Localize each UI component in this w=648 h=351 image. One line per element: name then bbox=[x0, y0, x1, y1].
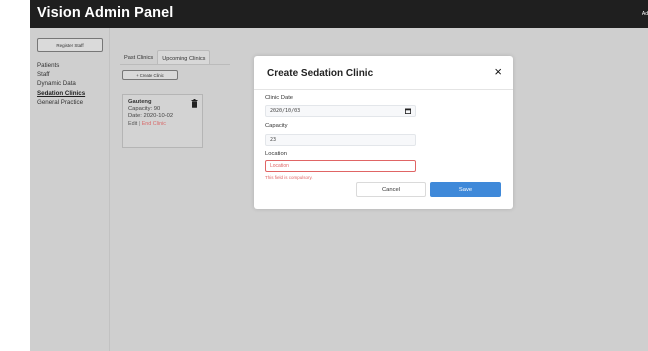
capacity-input[interactable]: 23 bbox=[265, 134, 416, 146]
sidebar-nav: Patients Staff Dynamic Data Sedation Cli… bbox=[37, 61, 85, 107]
clinic-card: Gauteng Capacity: 90 Date: 2020-10-02 Ed… bbox=[122, 94, 203, 148]
calendar-icon[interactable] bbox=[405, 108, 411, 114]
sidebar-item-sedation-clinics[interactable]: Sedation Clinics bbox=[37, 89, 85, 98]
clinic-actions: Edit | End Clinic bbox=[128, 119, 197, 129]
sidebar-item-general-practice[interactable]: General Practice bbox=[37, 98, 85, 107]
user-menu[interactable]: Ad bbox=[642, 11, 648, 17]
sidebar: Register Staff Patients Staff Dynamic Da… bbox=[30, 28, 110, 351]
close-icon[interactable]: × bbox=[494, 65, 502, 78]
modal-title: Create Sedation Clinic bbox=[267, 68, 374, 79]
cancel-button[interactable]: Cancel bbox=[356, 182, 426, 197]
create-clinic-modal: Create Sedation Clinic × Clinic Date 202… bbox=[254, 56, 513, 209]
save-button[interactable]: Save bbox=[430, 182, 501, 197]
location-error-message: This field is compulsory. bbox=[265, 175, 313, 180]
app-title: Vision Admin Panel bbox=[37, 5, 174, 21]
create-clinic-button[interactable]: + Create Clinic bbox=[122, 70, 178, 80]
sidebar-item-staff[interactable]: Staff bbox=[37, 70, 85, 79]
tab-upcoming-clinics[interactable]: Upcoming Clinics bbox=[157, 50, 211, 65]
location-label: Location bbox=[265, 151, 287, 157]
trash-icon[interactable] bbox=[191, 99, 198, 108]
sidebar-item-patients[interactable]: Patients bbox=[37, 61, 85, 70]
clinic-name: Gauteng bbox=[128, 99, 152, 105]
top-bar: Vision Admin Panel Ad bbox=[30, 0, 648, 28]
tab-past-clinics[interactable]: Past Clinics bbox=[120, 50, 157, 65]
tabs-divider bbox=[120, 64, 230, 65]
register-staff-button[interactable]: Register Staff bbox=[37, 38, 103, 52]
sidebar-item-dynamic-data[interactable]: Dynamic Data bbox=[37, 79, 85, 88]
capacity-label: Capacity bbox=[265, 123, 288, 129]
clinic-date-input[interactable]: 2020/10/03 bbox=[265, 105, 416, 117]
edit-clinic-link[interactable]: Edit bbox=[128, 121, 137, 127]
clinic-date-label: Clinic Date bbox=[265, 95, 294, 101]
app-frame: Vision Admin Panel Ad Register Staff Pat… bbox=[30, 0, 648, 351]
action-separator: | bbox=[138, 121, 141, 127]
clinic-tabs: Past Clinics Upcoming Clinics bbox=[120, 50, 211, 65]
location-input[interactable]: Location bbox=[265, 160, 416, 172]
modal-divider bbox=[254, 89, 513, 90]
end-clinic-link[interactable]: End Clinic bbox=[142, 121, 166, 127]
clinic-date-value: 2020/10/03 bbox=[270, 108, 301, 114]
